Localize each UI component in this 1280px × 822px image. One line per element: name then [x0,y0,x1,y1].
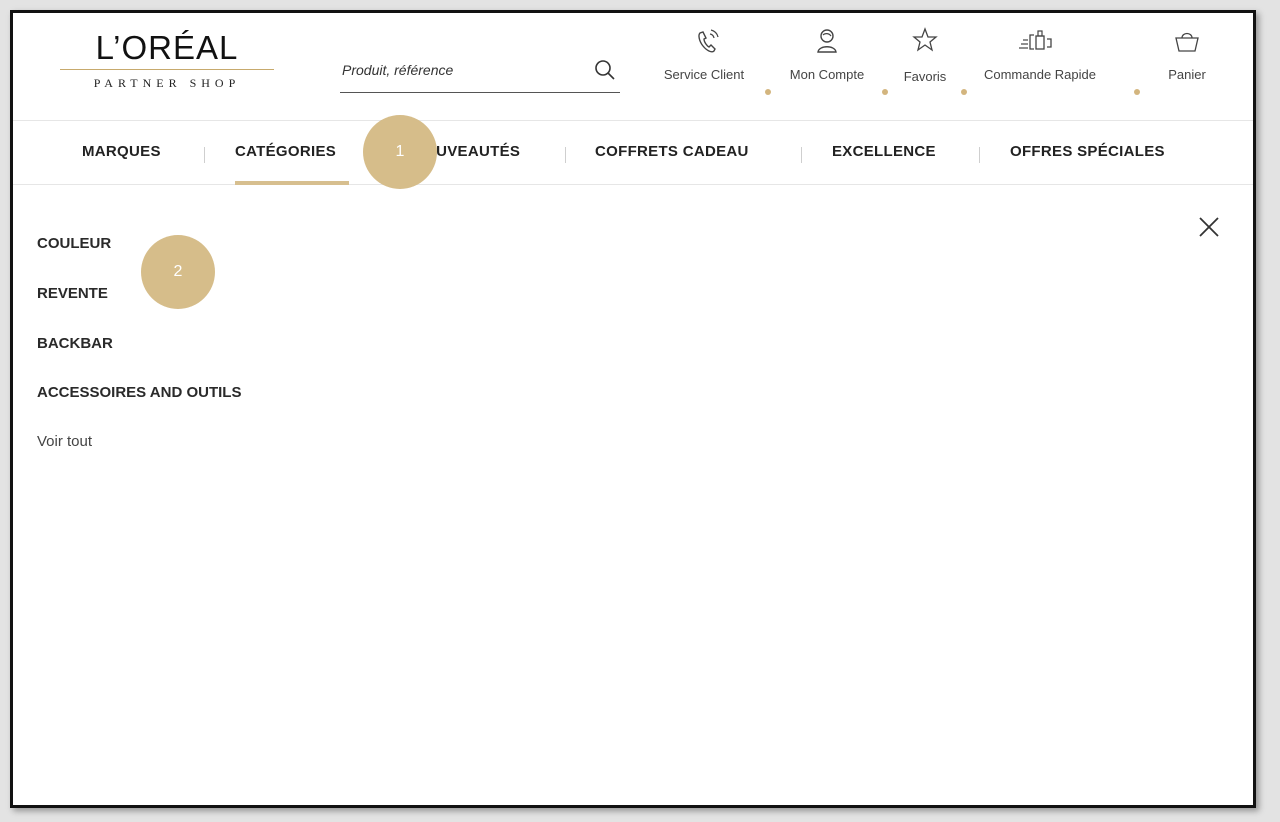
logo-divider [60,69,274,70]
search-icon[interactable] [594,59,616,81]
search-bar [340,55,620,93]
panier-label: Panier [1168,67,1206,82]
menu-item-revente[interactable]: REVENTE [37,285,108,302]
commande-rapide-label: Commande Rapide [983,67,1096,82]
browser-page: L’ORÉAL PARTNER SHOP Service Client [10,10,1256,808]
commande-rapide-link[interactable]: Commande Rapide [975,27,1105,82]
basket-icon [1175,32,1199,52]
menu-item-accessoires[interactable]: ACCESSOIRES AND OUTILS [37,384,241,401]
nav-item-marques[interactable]: MARQUES [82,143,161,160]
active-tab-underline [235,181,349,185]
brand-subtitle: PARTNER SHOP [93,76,241,90]
menu-item-couleur[interactable]: COULEUR [37,235,111,252]
nav-item-excellence[interactable]: EXCELLENCE [832,143,936,160]
nav-separator [979,147,980,163]
separator-dot [765,89,771,95]
view-all-link[interactable]: Voir tout [37,433,92,450]
nav-separator [565,147,566,163]
phone-icon [698,29,719,53]
mon-compte-link[interactable]: Mon Compte [779,27,875,82]
star-icon [912,27,938,52]
annotation-badge-1: 1 [363,115,437,189]
nav-separator [204,147,205,163]
separator-dot [1134,89,1140,95]
service-client-link[interactable]: Service Client [649,27,759,82]
site-header: L’ORÉAL PARTNER SHOP Service Client [13,13,1253,121]
quick-order-icon [1019,30,1052,50]
menu-item-backbar[interactable]: BACKBAR [37,335,113,352]
favoris-link[interactable]: Favoris [896,27,954,84]
favoris-label: Favoris [903,69,947,84]
brand-name: L’ORÉAL [95,29,239,66]
separator-dot [882,89,888,95]
search-input[interactable] [340,55,580,85]
nav-separator [801,147,802,163]
nav-item-categories[interactable]: CATÉGORIES [235,143,336,160]
service-client-label: Service Client [663,67,745,82]
nav-item-offres-speciales[interactable]: OFFRES SPÉCIALES [1010,143,1165,160]
main-nav: MARQUES CATÉGORIES NOUVEAUTÉS COFFRETS C… [13,121,1253,185]
separator-dot [961,89,967,95]
user-icon [817,29,837,53]
nav-item-coffrets-cadeau[interactable]: COFFRETS CADEAU [595,143,749,160]
mon-compte-label: Mon Compte [789,67,865,82]
brand-logo[interactable]: L’ORÉAL PARTNER SHOP [60,30,274,91]
annotation-badge-2: 2 [141,235,215,309]
panier-link[interactable]: Panier [1159,27,1215,82]
close-icon[interactable] [1195,213,1223,241]
